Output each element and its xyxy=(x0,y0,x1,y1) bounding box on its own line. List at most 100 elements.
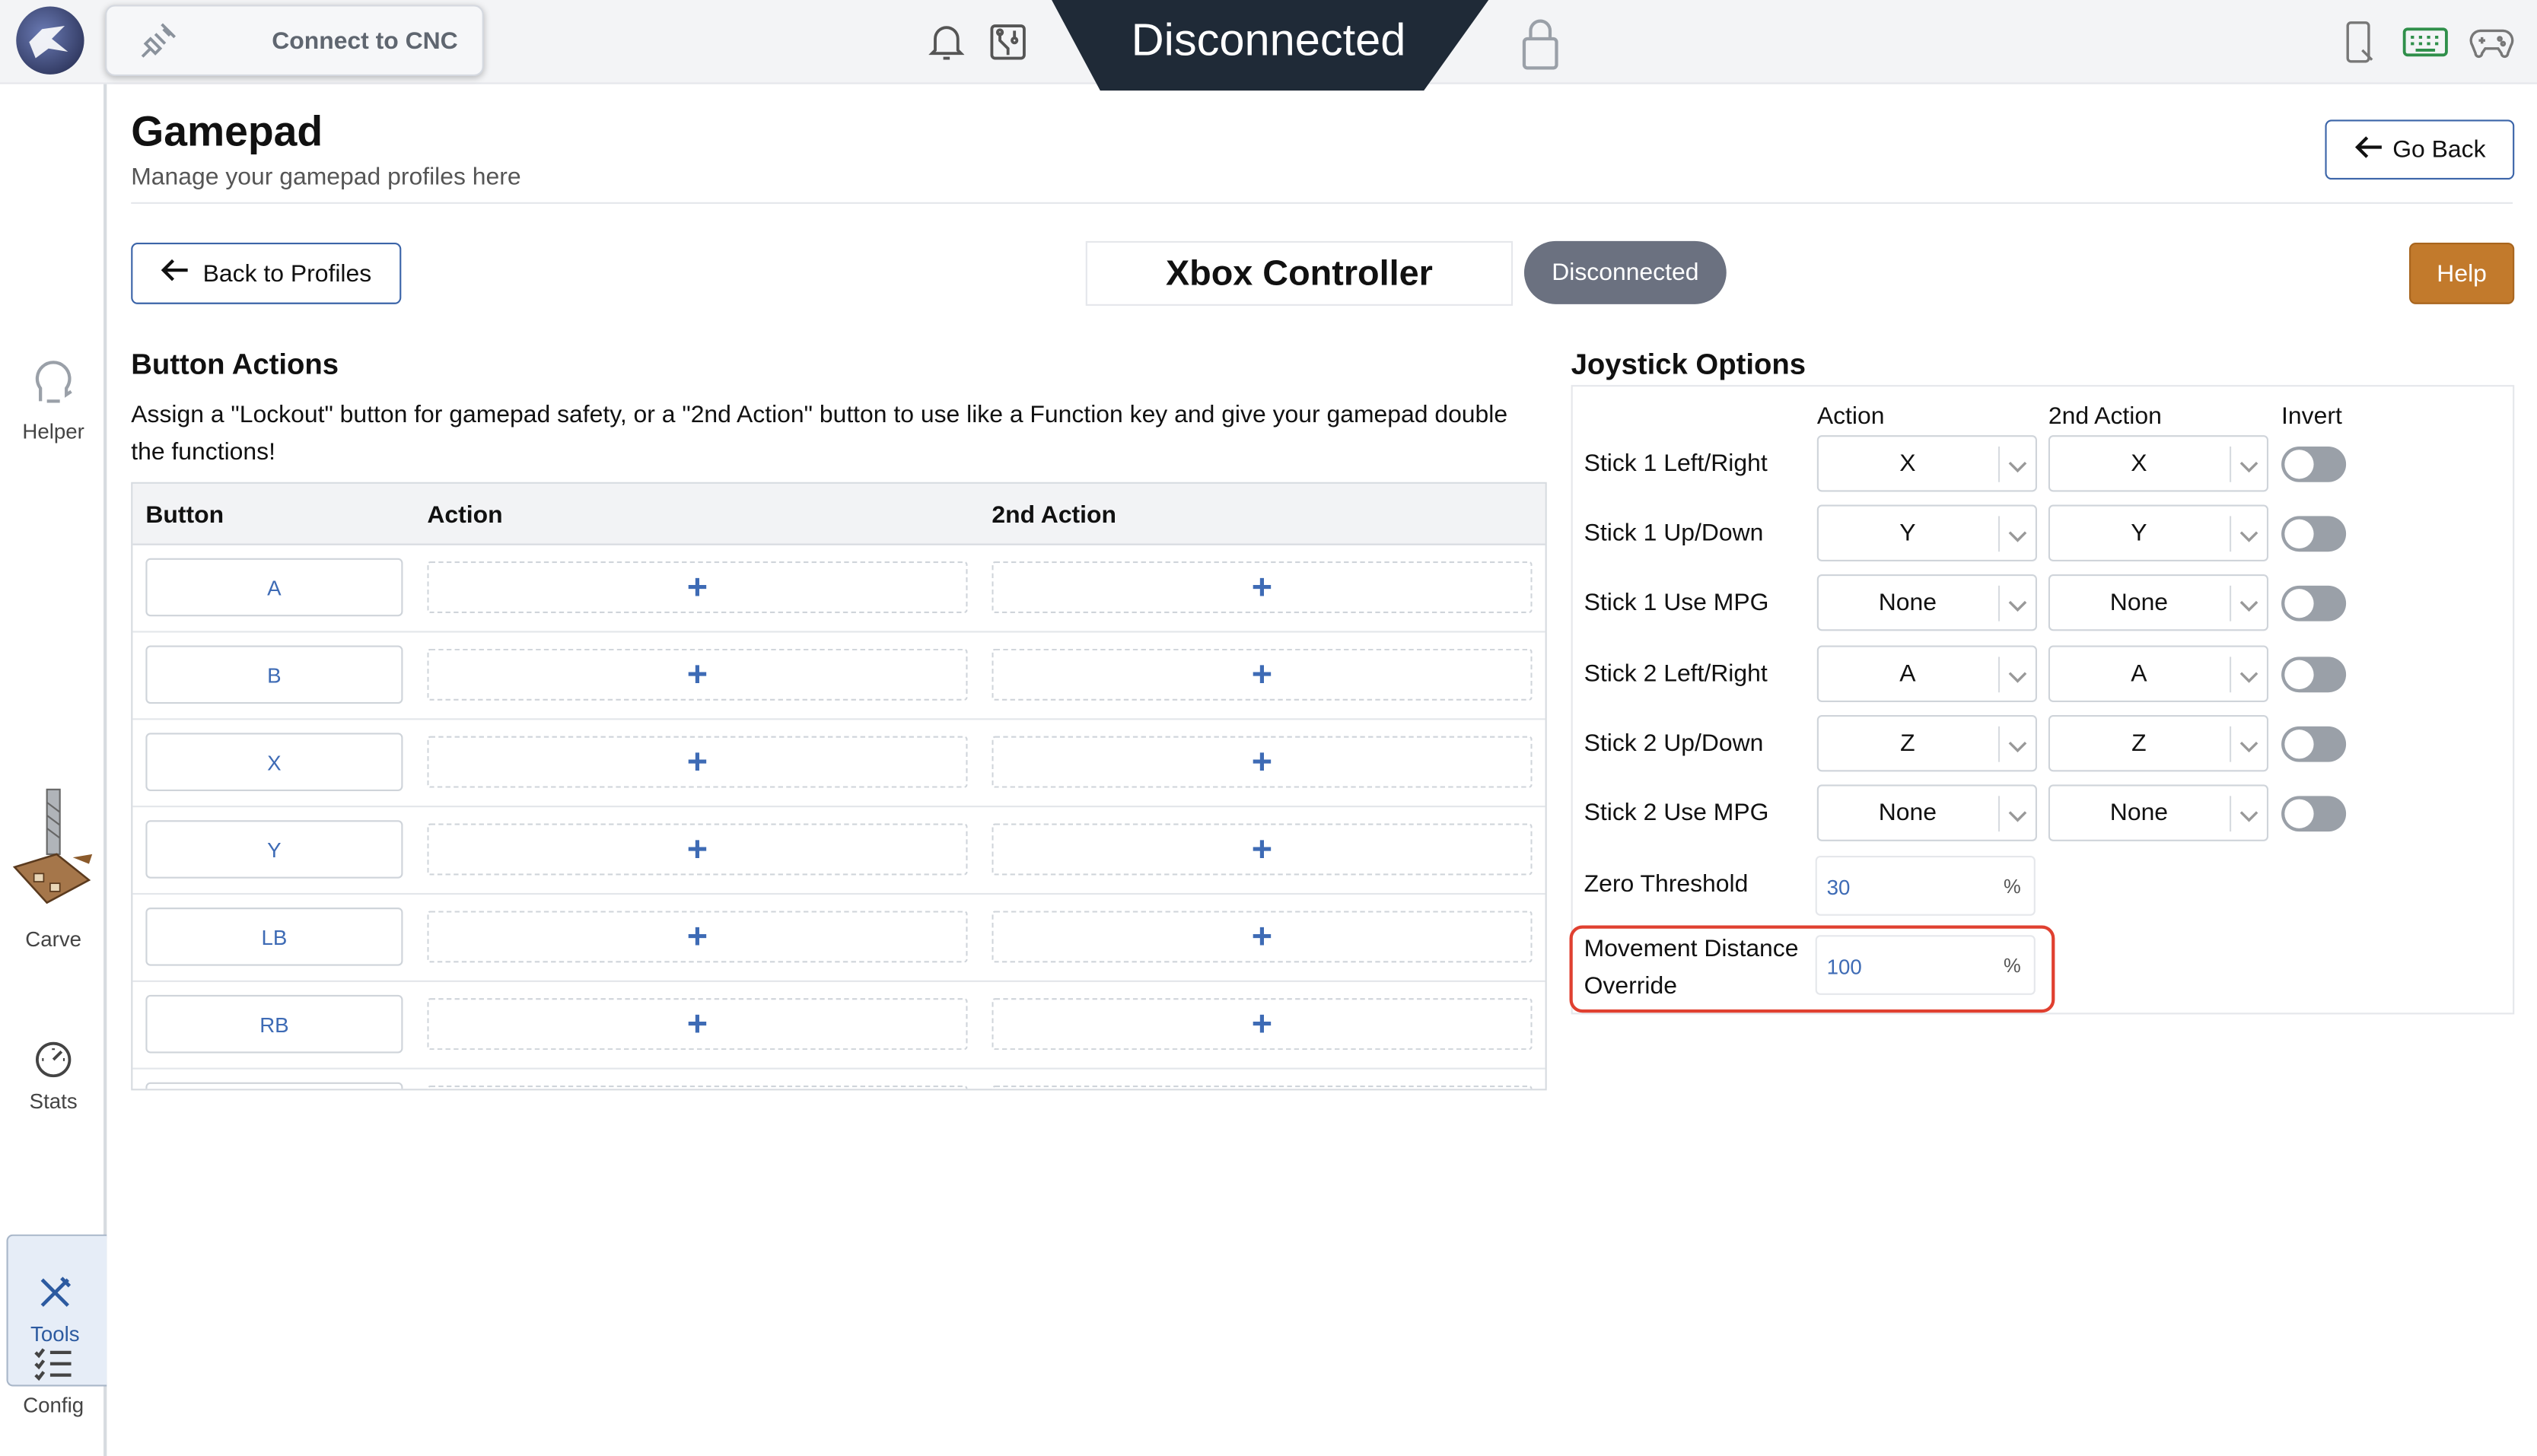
table-row: RB + + xyxy=(132,982,1545,1070)
second-action-select[interactable]: X xyxy=(2048,435,2269,492)
action-select[interactable]: None xyxy=(1816,574,2037,631)
invert-toggle[interactable] xyxy=(2281,516,2347,552)
plug-icon xyxy=(136,21,178,72)
second-action-select[interactable]: Y xyxy=(2048,504,2269,561)
select-value: Z xyxy=(2131,730,2147,758)
sidebar-label-helper: Helper xyxy=(22,418,84,443)
sidebar-item-carve[interactable]: Carve xyxy=(0,787,107,952)
stick-option-label: Stick 1 Use MPG xyxy=(1584,589,1769,617)
back-to-profiles-label: Back to Profiles xyxy=(202,259,372,288)
page-title: Gamepad xyxy=(131,106,323,156)
add-action-button[interactable]: + xyxy=(427,648,968,701)
sidebar-item-stats[interactable]: Stats xyxy=(0,1038,107,1113)
sidebar-label-tools: Tools xyxy=(30,1321,80,1346)
table-header: Button Action 2nd Action xyxy=(132,483,1545,545)
add-2nd-action-button[interactable]: + xyxy=(992,911,1533,963)
stick-option-label: Stick 2 Up/Down xyxy=(1584,730,1764,758)
table-row: Y + + xyxy=(132,807,1545,895)
action-select[interactable]: Y xyxy=(1816,504,2037,561)
gamepad-button-x[interactable]: X xyxy=(145,733,403,791)
second-action-select[interactable]: Z xyxy=(2048,714,2269,772)
circuit-icon[interactable] xyxy=(988,21,1027,72)
arrow-left-icon xyxy=(2354,133,2383,166)
zero-threshold-input[interactable]: 30 % xyxy=(1815,856,2036,916)
select-value: None xyxy=(1878,799,1937,827)
button-actions-title: Button Actions xyxy=(131,348,339,380)
table-row: A + + xyxy=(132,545,1545,633)
chevron-down-icon xyxy=(2238,455,2261,484)
lock-icon[interactable] xyxy=(1520,16,1561,79)
select-value: None xyxy=(2109,799,2169,827)
invert-toggle[interactable] xyxy=(2281,796,2347,832)
go-back-button[interactable]: Go Back xyxy=(2325,119,2515,180)
app-root: Connect to CNC Disconnected Helper Carve… xyxy=(0,0,2537,1456)
gamepad-button-rb[interactable]: RB xyxy=(145,994,403,1054)
add-2nd-action-button[interactable]: + xyxy=(992,736,1533,788)
add-2nd-action-button[interactable]: + xyxy=(992,648,1533,701)
add-action-button[interactable]: + xyxy=(427,823,968,876)
button-actions-description: Assign a "Lockout" button for gamepad sa… xyxy=(131,401,1508,466)
select-value: Z xyxy=(1900,730,1915,758)
gamepad-button-y[interactable]: Y xyxy=(145,820,403,879)
add-action-button[interactable]: + xyxy=(427,998,968,1051)
invert-toggle[interactable] xyxy=(2281,585,2347,622)
back-to-profiles-button[interactable]: Back to Profiles xyxy=(131,243,402,304)
gamepad-button-a[interactable]: A xyxy=(145,558,403,617)
second-action-select[interactable]: A xyxy=(2048,645,2269,702)
gamepad-icon[interactable] xyxy=(2469,26,2515,66)
add-action-button[interactable] xyxy=(427,1085,968,1089)
second-action-select[interactable]: None xyxy=(2048,574,2269,631)
chevron-down-icon xyxy=(2007,735,2029,764)
second-action-select[interactable]: None xyxy=(2048,784,2269,841)
zero-threshold-label: Zero Threshold xyxy=(1584,870,1749,898)
controller-status-badge: Disconnected xyxy=(1523,240,1727,304)
select-value: None xyxy=(1878,589,1937,617)
connection-status-text: Disconnected xyxy=(1131,14,1406,65)
app-logo[interactable] xyxy=(16,6,84,75)
invert-toggle[interactable] xyxy=(2281,726,2347,762)
gamepad-button-b[interactable]: B xyxy=(145,645,403,704)
invert-toggle[interactable] xyxy=(2281,446,2347,482)
stick-option-label: Stick 2 Left/Right xyxy=(1584,660,1768,688)
add-2nd-action-button[interactable]: + xyxy=(992,823,1533,876)
gamepad-button-next[interactable] xyxy=(145,1082,403,1089)
action-select[interactable]: Z xyxy=(1816,714,2037,772)
invert-toggle[interactable] xyxy=(2281,656,2347,693)
gamepad-button-lb[interactable]: LB xyxy=(145,908,403,966)
tools-item-content: Tools xyxy=(2,1275,108,1346)
add-action-button[interactable]: + xyxy=(427,736,968,788)
sidebar-label-carve: Carve xyxy=(25,927,82,952)
speedometer-icon xyxy=(0,1038,107,1082)
select-value: None xyxy=(2109,589,2169,617)
chevron-down-icon xyxy=(2238,804,2261,833)
sidebar-item-config[interactable]: Config xyxy=(0,1346,107,1417)
select-value: X xyxy=(1899,450,1916,478)
chevron-down-icon xyxy=(2007,524,2029,553)
add-2nd-action-button[interactable] xyxy=(992,1085,1533,1089)
sidebar-item-helper[interactable]: Helper xyxy=(0,356,107,443)
bell-icon[interactable] xyxy=(928,21,965,72)
action-select[interactable]: A xyxy=(1816,645,2037,702)
add-2nd-action-button[interactable]: + xyxy=(992,998,1533,1051)
column-header-action: Action xyxy=(1816,402,1885,431)
help-button[interactable]: Help xyxy=(2409,243,2515,304)
table-row: X + + xyxy=(132,720,1545,808)
joystick-options-panel xyxy=(1571,385,2515,1015)
phone-icon[interactable] xyxy=(2343,21,2379,75)
action-select[interactable]: X xyxy=(1816,435,2037,492)
keyboard-icon[interactable] xyxy=(2402,26,2449,66)
stick-option-label: Stick 1 Up/Down xyxy=(1584,519,1764,547)
connect-to-cnc-button[interactable]: Connect to CNC xyxy=(105,5,484,76)
percent-unit: % xyxy=(2004,875,2021,898)
select-value: A xyxy=(1899,660,1916,688)
sidebar-label-config: Config xyxy=(23,1393,84,1417)
chevron-down-icon xyxy=(2238,735,2261,764)
chevron-down-icon xyxy=(2238,593,2261,622)
column-header-action: Action xyxy=(427,501,503,529)
button-actions-table: Button Action 2nd Action A + + B + + X +… xyxy=(131,482,1547,1091)
add-action-button[interactable]: + xyxy=(427,911,968,963)
add-2nd-action-button[interactable]: + xyxy=(992,561,1533,614)
action-select[interactable]: None xyxy=(1816,784,2037,841)
add-action-button[interactable]: + xyxy=(427,561,968,614)
table-row: LB + + xyxy=(132,895,1545,982)
